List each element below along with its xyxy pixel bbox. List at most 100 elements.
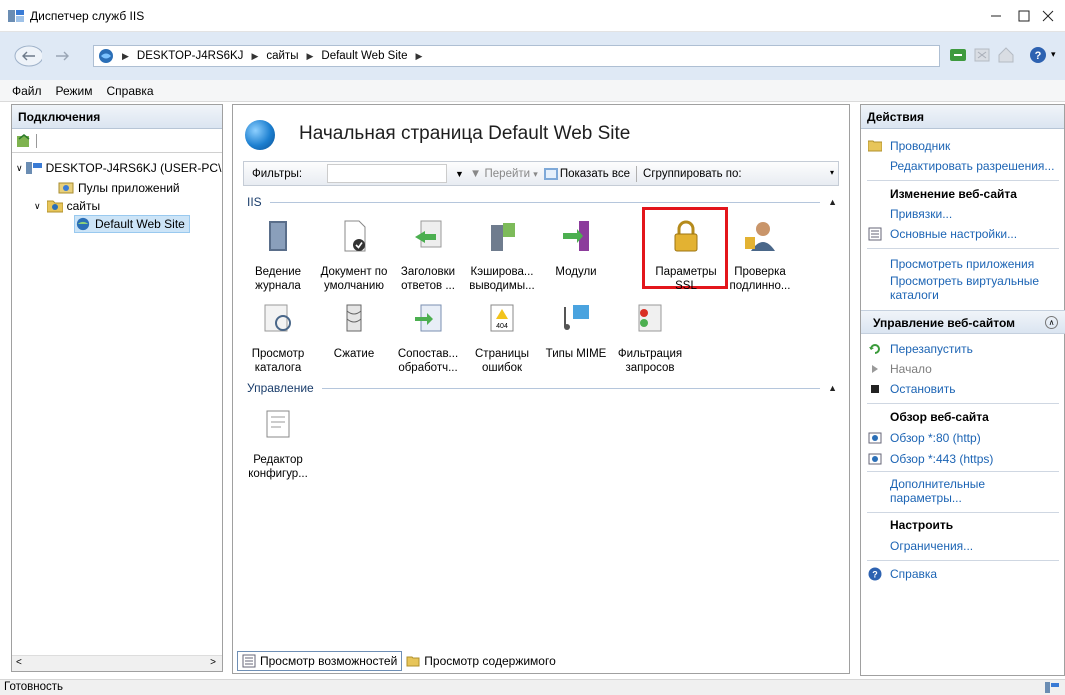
action-help[interactable]: ? Справка bbox=[861, 567, 1065, 581]
tree-node-sites[interactable]: ∨ сайты bbox=[34, 197, 100, 215]
collapse-caret-icon[interactable]: ▲ bbox=[828, 383, 837, 393]
view-tabs: Просмотр возможностей Просмотр содержимо… bbox=[237, 650, 847, 672]
feature-error-pages[interactable]: 404 Страницы ошибок bbox=[465, 301, 539, 375]
status-bar: Готовность bbox=[0, 679, 1065, 695]
tree-node-app-pools[interactable]: Пулы приложений bbox=[58, 179, 180, 197]
configure-heading: Настроить bbox=[890, 518, 954, 532]
collapse-caret-icon[interactable]: ▲ bbox=[828, 197, 837, 207]
close-button[interactable] bbox=[1030, 0, 1065, 32]
funnel-icon: ▼ bbox=[469, 167, 482, 180]
actions-divider bbox=[867, 403, 1059, 404]
action-start[interactable]: Начало bbox=[861, 362, 1065, 376]
filter-divider bbox=[636, 165, 638, 182]
back-arrow-icon bbox=[14, 45, 42, 67]
back-button[interactable] bbox=[14, 43, 42, 69]
action-basic-settings[interactable]: Основные настройки... bbox=[861, 227, 1065, 241]
feature-output-caching[interactable]: Кэширова... выводимы... bbox=[465, 219, 539, 293]
action-view-virtual-dirs[interactable]: Просмотреть виртуальные каталоги bbox=[861, 274, 1065, 302]
actions-divider bbox=[867, 512, 1059, 513]
home-icon[interactable] bbox=[997, 46, 1015, 64]
expand-arrow-icon[interactable]: ∨ bbox=[16, 163, 23, 174]
actions-divider bbox=[867, 180, 1059, 181]
action-view-applications[interactable]: Просмотреть приложения bbox=[861, 257, 1065, 271]
feature-mime-types[interactable]: Типы MIME bbox=[539, 301, 613, 361]
help-dropdown-icon[interactable]: ▾ bbox=[1051, 49, 1056, 60]
action-browse-http[interactable]: Обзор *:80 (http) bbox=[861, 431, 1065, 445]
error-pages-icon: 404 bbox=[490, 304, 514, 332]
action-stop[interactable]: Остановить bbox=[861, 382, 1065, 396]
breadcrumb-sites[interactable]: сайты bbox=[266, 50, 298, 62]
expand-arrow-icon[interactable]: ∨ bbox=[34, 201, 41, 212]
restart-icon bbox=[869, 344, 880, 354]
action-limits[interactable]: Ограничения... bbox=[861, 539, 1065, 553]
forward-button[interactable] bbox=[48, 43, 76, 69]
action-browse-https[interactable]: Обзор *:443 (https) bbox=[861, 452, 1065, 466]
svg-text:404: 404 bbox=[496, 323, 508, 330]
compression-icon bbox=[346, 304, 362, 332]
logging-icon bbox=[269, 221, 287, 251]
request-filtering-icon bbox=[638, 304, 662, 332]
feature-ssl-settings[interactable]: Параметры SSL bbox=[649, 219, 723, 293]
action-bindings[interactable]: Привязки... bbox=[861, 207, 1065, 221]
filter-input[interactable] bbox=[327, 164, 447, 183]
add-connection-icon[interactable] bbox=[16, 133, 32, 149]
connect-icon[interactable] bbox=[949, 46, 967, 64]
action-advanced-settings[interactable]: Дополнительные параметры... bbox=[861, 477, 1065, 505]
http-response-headers-icon bbox=[415, 220, 442, 248]
go-button[interactable]: ▼ Перейти ▾ bbox=[470, 168, 538, 180]
feature-response-headers[interactable]: Заголовки ответов ... bbox=[391, 219, 465, 293]
group-by-button[interactable]: Сгруппировать по: bbox=[643, 168, 742, 180]
menu-help[interactable]: Справка bbox=[107, 84, 154, 98]
breadcrumb-site[interactable]: Default Web Site bbox=[321, 50, 407, 62]
features-view-icon bbox=[242, 654, 256, 668]
page-title: Начальная страница Default Web Site bbox=[299, 123, 631, 144]
edit-site-heading: Изменение веб-сайта bbox=[890, 187, 1017, 201]
scroll-right-icon[interactable]: > bbox=[210, 657, 216, 668]
group-header-management[interactable]: Управление ▲ bbox=[247, 380, 837, 396]
close-icon bbox=[1042, 10, 1053, 22]
feature-config-editor[interactable]: Редактор конфигур... bbox=[241, 407, 315, 481]
menu-file[interactable]: Файл bbox=[12, 84, 42, 98]
manage-site-heading[interactable]: Управление веб-сайтом ∧ bbox=[861, 310, 1065, 334]
horizontal-scrollbar[interactable]: < > bbox=[12, 655, 222, 671]
group-header-iis[interactable]: IIS ▲ bbox=[247, 194, 837, 210]
show-all-button[interactable]: Показать все bbox=[543, 167, 630, 180]
feature-modules[interactable]: Модули bbox=[539, 219, 613, 279]
sites-folder-icon bbox=[46, 200, 63, 213]
tree-label-default-web-site: Default Web Site bbox=[95, 217, 185, 231]
feature-logging[interactable]: Ведение журнала bbox=[241, 219, 315, 293]
ssl-lock-icon bbox=[674, 220, 698, 252]
mime-types-icon bbox=[564, 305, 589, 330]
feature-default-document[interactable]: Документ по умолчанию bbox=[317, 219, 391, 293]
action-explore[interactable]: Проводник bbox=[861, 139, 1065, 153]
breadcrumb[interactable]: ▶ DESKTOP-J4RS6KJ ▶ сайты ▶ Default Web … bbox=[93, 45, 940, 67]
stop-square-icon bbox=[871, 385, 879, 393]
feature-compression[interactable]: Сжатие bbox=[317, 301, 391, 361]
site-globe-icon bbox=[245, 120, 275, 150]
stop-icon[interactable] bbox=[973, 46, 991, 64]
breadcrumb-server[interactable]: DESKTOP-J4RS6KJ bbox=[137, 50, 244, 62]
filterbar-overflow-icon[interactable]: ▾ bbox=[830, 168, 834, 177]
tree-node-server[interactable]: ∨ DESKTOP-J4RS6KJ (USER-PC\ bbox=[16, 159, 221, 177]
tab-content-view[interactable]: Просмотр содержимого bbox=[402, 651, 559, 671]
scroll-left-icon[interactable]: < bbox=[16, 657, 22, 668]
feature-handler-mappings[interactable]: Сопостав... обработч... bbox=[391, 301, 465, 375]
feature-authentication[interactable]: Проверка подлинно... bbox=[723, 219, 797, 293]
handler-mappings-icon bbox=[415, 304, 442, 332]
title-bar: Диспетчер служб IIS bbox=[0, 0, 1065, 32]
connections-toolbar bbox=[12, 129, 222, 153]
help-icon: ? bbox=[868, 567, 882, 581]
iis-manager-icon bbox=[8, 10, 24, 22]
action-restart[interactable]: Перезапустить bbox=[861, 342, 1065, 356]
help-icon[interactable]: ? bbox=[1029, 46, 1047, 64]
menu-view[interactable]: Режим bbox=[56, 84, 93, 98]
tree-node-default-web-site[interactable]: Default Web Site bbox=[74, 215, 190, 233]
action-edit-permissions[interactable]: Редактировать разрешения... bbox=[861, 159, 1065, 173]
filter-dropdown-icon[interactable]: ▼ bbox=[455, 169, 464, 179]
browse-icon bbox=[868, 453, 882, 465]
feature-directory-browsing[interactable]: Просмотр каталога bbox=[241, 301, 315, 375]
collapse-up-icon[interactable]: ∧ bbox=[1045, 316, 1058, 329]
feature-request-filtering[interactable]: Фильтрация запросов bbox=[613, 301, 687, 375]
tab-features-view[interactable]: Просмотр возможностей bbox=[237, 651, 403, 671]
tree-label-server: DESKTOP-J4RS6KJ (USER-PC\ bbox=[45, 161, 222, 175]
